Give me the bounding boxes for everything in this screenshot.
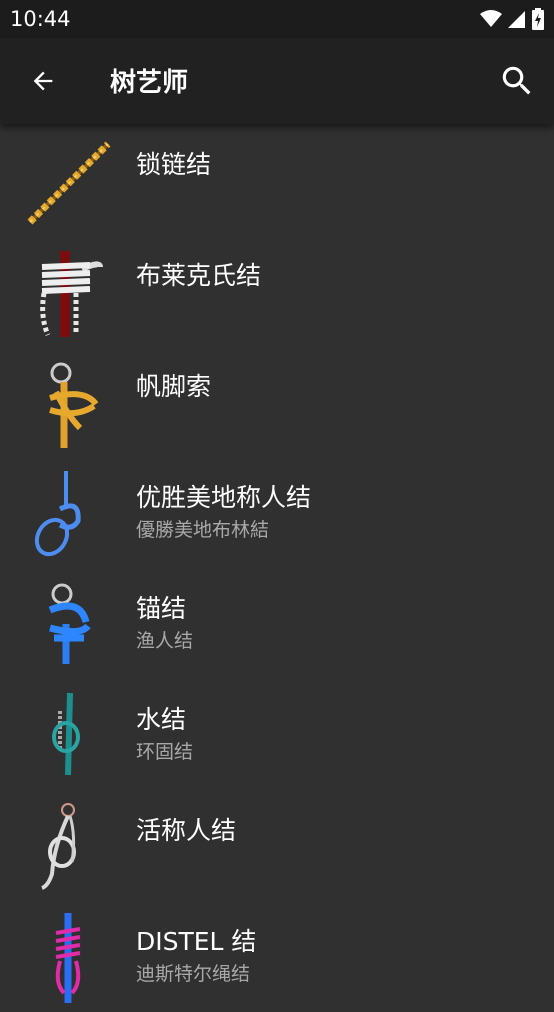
- chain-sinnet-knot-icon: [27, 141, 111, 225]
- anchor-bend-knot-icon: [48, 583, 91, 664]
- knot-name: 水结: [136, 705, 187, 734]
- app-bar: 树艺师: [0, 38, 554, 124]
- page-title: 树艺师: [110, 68, 189, 98]
- list-item[interactable]: 布莱克氏结: [0, 235, 554, 346]
- knot-name: 布莱克氏结: [136, 261, 262, 290]
- knot-name: DISTEL 结: [136, 927, 257, 956]
- list-item[interactable]: 锚结 渔人结: [0, 568, 554, 679]
- knot-alt-name: 渔人结: [136, 630, 194, 652]
- knot-alt-name: 环固结: [136, 741, 194, 763]
- water-knot-icon: [52, 692, 80, 776]
- arrow-back-icon: [33, 71, 53, 91]
- distel-hitch-knot-icon: [55, 913, 81, 1003]
- knot-name: 优胜美地称人结: [136, 483, 312, 512]
- yosemite-bowline-knot-icon: [34, 471, 81, 557]
- sheet-bend-knot-icon: [49, 362, 99, 448]
- knot-list: 锁链结 布莱克氏结 帆脚索 优胜美地称人结 優勝美地布林結 锚结 渔人结 水结 …: [0, 124, 554, 1012]
- search-button[interactable]: [494, 58, 540, 104]
- list-item[interactable]: 帆脚索: [0, 346, 554, 457]
- knot-alt-name: 迪斯特尔绳结: [136, 963, 251, 985]
- knot-alt-name: 優勝美地布林結: [136, 519, 270, 541]
- list-item[interactable]: 优胜美地称人结 優勝美地布林結: [0, 457, 554, 568]
- status-bar: 10:44: [0, 0, 554, 38]
- list-item[interactable]: 活称人结: [0, 790, 554, 901]
- status-icons: [480, 8, 544, 30]
- slip-bowline-knot-icon: [41, 803, 76, 890]
- search-icon: [502, 66, 531, 95]
- status-time: 10:44: [10, 7, 71, 31]
- list-item[interactable]: 水结 环固结: [0, 679, 554, 790]
- knot-name: 帆脚索: [136, 372, 212, 401]
- wifi-icon: [480, 10, 502, 27]
- cell-signal-icon: [508, 11, 525, 28]
- list-item[interactable]: DISTEL 结 迪斯特尔绳结: [0, 901, 554, 1012]
- list-item[interactable]: 锁链结: [0, 124, 554, 235]
- battery-icon: [532, 8, 544, 30]
- knot-name: 锁链结: [136, 150, 212, 179]
- knot-name: 活称人结: [136, 816, 237, 845]
- knot-name: 锚结: [136, 594, 187, 623]
- blakes-hitch-knot-icon: [40, 251, 103, 337]
- back-button[interactable]: [22, 60, 64, 102]
